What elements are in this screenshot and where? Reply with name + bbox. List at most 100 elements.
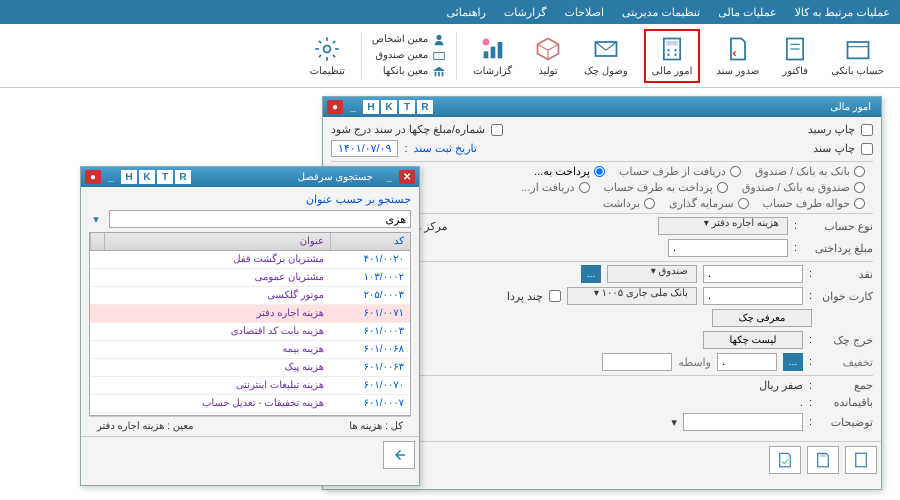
ribbon-invoice[interactable]: فاکتور [775, 31, 815, 81]
menu-item[interactable]: عملیات مالی [718, 6, 776, 19]
discount-label: تخفیف [818, 356, 873, 369]
chart-icon [479, 35, 507, 63]
ribbon-reports[interactable]: گزارشات [467, 31, 518, 81]
titlebar[interactable]: ✕ _ جستجوی سرفصل R T K H _ ● [81, 167, 419, 187]
footer-moin: معین : هزینه اجاره دفتر [97, 421, 194, 432]
cell-code: ۴۰۱/۰۰۲۰ [330, 251, 410, 268]
ribbon-cheque-collect[interactable]: وصول چک [578, 31, 634, 81]
radio-transfer[interactable] [854, 198, 865, 209]
radio-withdraw[interactable] [644, 198, 655, 209]
cash-input[interactable] [703, 265, 803, 283]
cell-code: ۶۰۱/۰۰۷۰ [330, 377, 410, 394]
ribbon-subcolumn: معین اشخاص معین صندوق معین بانکها [372, 33, 446, 79]
menu-item[interactable]: گزارشات [504, 6, 547, 19]
reg-date-label: تاریخ ثبت سند [413, 142, 477, 155]
col-code-header[interactable]: کد [330, 233, 410, 250]
vasete-label: واسطه [678, 356, 711, 369]
desc-input[interactable] [683, 413, 803, 431]
search-input[interactable] [109, 210, 411, 228]
table-row[interactable]: ۶۰۱/۰۰۶۳هزینه پیک [90, 359, 410, 377]
back-button[interactable] [383, 441, 415, 469]
ribbon-settings[interactable]: تنظیمات [304, 31, 351, 81]
ribbon-sub-cashbox[interactable]: معین صندوق [372, 49, 446, 63]
card-dropdown[interactable]: بانک ملی جاری ۱۰۰۵ ▾ [567, 287, 697, 305]
card-input[interactable] [703, 287, 803, 305]
table-body[interactable]: ۴۰۱/۰۰۲۰مشتریان برگشت قفل۱۰۳/۰۰۰۲مشتریان… [89, 251, 411, 416]
amount-input[interactable] [668, 239, 788, 257]
table-row[interactable]: ۶۰۱/۰۰۷۱هزینه اجاره دفتر [90, 305, 410, 323]
menu-item[interactable]: عملیات مرتبط به کالا [795, 6, 890, 19]
menu-item[interactable]: راهنمائی [446, 6, 485, 19]
close-icon[interactable]: ● [85, 170, 101, 184]
ribbon-separator [361, 32, 362, 80]
cell-code: ۶۰۱/۰۰۰۳ [330, 323, 410, 340]
ribbon-financial[interactable]: امور مالی [644, 29, 701, 83]
close-icon[interactable]: ● [327, 100, 343, 114]
cheque-list-button[interactable]: لیست چکها [703, 331, 803, 349]
tb-letter[interactable]: H [121, 170, 137, 184]
tb-letter[interactable]: K [381, 100, 397, 114]
radio-receive-party[interactable] [730, 166, 741, 177]
table-row[interactable]: ۴۰۱/۰۰۲۰مشتریان برگشت قفل [90, 251, 410, 269]
ribbon-separator [456, 32, 457, 80]
cell-title: هزینه بیمه [90, 341, 330, 358]
discount-browse[interactable]: ... [783, 353, 803, 371]
cheque-intro-button[interactable]: معرفی چک [712, 309, 812, 327]
minimize-icon[interactable]: _ [103, 170, 119, 184]
radio-payment-to[interactable] [594, 166, 605, 177]
cell-title: هزینه پیک [90, 359, 330, 376]
discount-input[interactable] [717, 353, 777, 371]
chk-receipt[interactable] [861, 124, 873, 136]
close-icon[interactable]: ✕ [399, 170, 415, 184]
search-label: جستجو بر حسب عنوان [306, 193, 411, 206]
radio-investment[interactable] [738, 198, 749, 209]
chk-doc-print[interactable] [861, 143, 873, 155]
ribbon-sub-banks[interactable]: معین بانکها [372, 65, 446, 79]
new-button[interactable] [845, 446, 877, 474]
minimize-icon[interactable]: _ [345, 100, 361, 114]
account-type-dropdown[interactable]: هزینه اجاره دفتر ▾ [658, 217, 788, 235]
menu-item[interactable]: اصلاحات [565, 6, 604, 19]
ribbon-sub-persons[interactable]: معین اشخاص [372, 33, 446, 47]
sum-label: جمع [818, 379, 873, 392]
tb-letter[interactable]: H [363, 100, 379, 114]
cell-code: ۶۰۱/۰۰۷۱ [330, 305, 410, 322]
reg-date-value[interactable]: ۱۴۰۱/۰۷/۰۹ [331, 140, 398, 157]
chevron-down-icon[interactable]: ▾ [89, 213, 103, 226]
tb-letter[interactable]: T [157, 170, 173, 184]
col-title-header[interactable]: عنوان [104, 233, 330, 250]
chk-number-in-doc[interactable] [491, 124, 503, 136]
table-row[interactable]: ۱۰۳/۰۰۰۲مشتریان عمومی [90, 269, 410, 287]
ribbon-issue-doc[interactable]: صدور سند [710, 31, 765, 81]
save-confirm-button[interactable] [769, 446, 801, 474]
cell-code: ۶۰۱/۰۰۶۸ [330, 341, 410, 358]
radio-receive-from[interactable] [579, 182, 590, 193]
tb-letter[interactable]: T [399, 100, 415, 114]
tb-letter[interactable]: R [175, 170, 191, 184]
radio-pay-party[interactable] [717, 182, 728, 193]
radio-cash-to-bank[interactable] [854, 182, 865, 193]
table-row[interactable]: ۶۰۱/۰۰۷۰هزینه تبلیغات اینترنتی [90, 377, 410, 395]
cash-dropdown[interactable]: صندوق ▾ [607, 265, 697, 283]
save-button[interactable] [807, 446, 839, 474]
cell-title: هزینه تخفیفات - تعدیل حساب [90, 395, 330, 412]
cheque-out-label: خرج چک [818, 334, 873, 347]
cash-browse-button[interactable]: ... [581, 265, 601, 283]
chk-doc-label: چاپ سند [813, 142, 855, 155]
vasete-input[interactable] [602, 353, 672, 371]
table-row[interactable]: ۶۰۱/۰۰۶۸هزینه بیمه [90, 341, 410, 359]
menu-item[interactable]: تنظیمات مدیریتی [622, 6, 700, 19]
arrow-left-icon [390, 446, 408, 464]
ribbon-production[interactable]: تولید [528, 31, 568, 81]
table-row[interactable]: ۶۰۱/۰۰۰۷هزینه تخفیفات - تعدیل حساب [90, 395, 410, 413]
remain-value: . [800, 397, 803, 409]
tb-letter[interactable]: K [139, 170, 155, 184]
table-row[interactable]: ۶۰۱/۰۰۰۳هزینه بابت کد اقتصادی [90, 323, 410, 341]
titlebar[interactable]: امور مالی R T K H _ ● [323, 97, 881, 117]
chk-multi-pay[interactable] [549, 290, 561, 302]
ribbon-bank-account[interactable]: حساب بانکی [825, 31, 890, 81]
radio-bank-to-bank[interactable] [854, 166, 865, 177]
tb-letter[interactable]: R [417, 100, 433, 114]
minimize-icon[interactable]: _ [381, 170, 397, 184]
table-row[interactable]: ۲۰۵/۰۰۰۳موتور گلکسی [90, 287, 410, 305]
